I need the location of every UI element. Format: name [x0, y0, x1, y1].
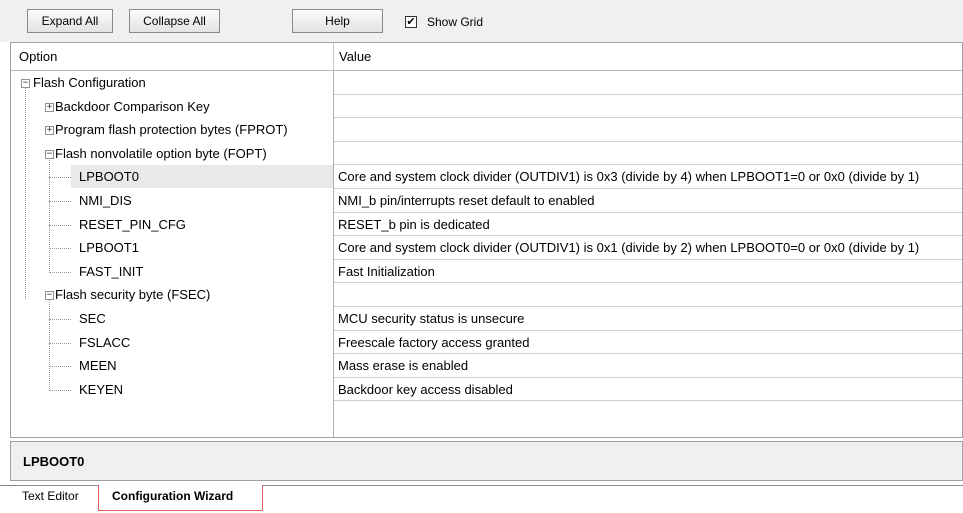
help-button[interactable]: Help [292, 9, 383, 33]
tree-option-label: LPBOOT1 [79, 240, 139, 256]
tree-option-label: LPBOOT0 [79, 169, 139, 185]
tree-option-label: Program flash protection bytes (FPROT) [55, 122, 288, 138]
tree-value-cell[interactable]: Backdoor key access disabled [334, 378, 962, 402]
tree-header: Option Value [11, 43, 962, 71]
tree-value-cell[interactable]: Core and system clock divider (OUTDIV1) … [334, 165, 962, 189]
tree-branch-line [49, 201, 71, 202]
tree-value-cell[interactable]: Core and system clock divider (OUTDIV1) … [334, 236, 962, 260]
tree-option-label: Flash nonvolatile option byte (FOPT) [55, 145, 267, 161]
toolbar: Expand All Collapse All Help ✔ Show Grid [0, 0, 963, 42]
tree-value-cell[interactable]: RESET_b pin is dedicated [334, 213, 962, 237]
tree-row[interactable]: KEYEN Backdoor key access disabled [11, 378, 962, 402]
tree-row[interactable]: LPBOOT1 Core and system clock divider (OU… [11, 236, 962, 260]
tree-option-label: RESET_PIN_CFG [79, 216, 186, 232]
collapse-toggle-icon[interactable]: − [21, 79, 30, 88]
tree-row[interactable]: + Backdoor Comparison Key [11, 95, 962, 119]
tree-option-label: Backdoor Comparison Key [55, 98, 210, 114]
tree-row[interactable]: FSLACC Freescale factory access granted [11, 331, 962, 355]
tree-row[interactable]: − Flash nonvolatile option byte (FOPT) [11, 142, 962, 166]
tree-row[interactable]: − Flash Configuration [11, 71, 962, 95]
show-grid-label: Show Grid [427, 15, 484, 29]
tree-option-label: KEYEN [79, 381, 124, 397]
tree-row[interactable]: MEEN Mass erase is enabled [11, 354, 962, 378]
collapse-toggle-icon[interactable]: − [45, 291, 54, 301]
tree-value-cell[interactable]: MCU security status is unsecure [334, 307, 962, 331]
tree-value-cell[interactable] [334, 118, 962, 142]
tree-value-cell[interactable]: Freescale factory access granted [334, 331, 962, 355]
description-title: LPBOOT0 [23, 454, 85, 469]
column-header-value[interactable]: Value [339, 49, 371, 64]
config-tree: Option Value − Flash Configuration + Backdo… [10, 42, 963, 438]
collapse-toggle-icon[interactable]: − [45, 149, 54, 159]
tree-row[interactable]: LPBOOT0 Core and system clock divider (OU… [11, 165, 962, 189]
tree-row[interactable]: RESET_PIN_CFG RESET_b pin is dedicated [11, 213, 962, 237]
tree-value-cell[interactable] [334, 283, 962, 307]
tree-option-label: SEC [79, 311, 106, 326]
collapse-all-button[interactable]: Collapse All [129, 9, 220, 33]
tree-value-cell[interactable] [334, 71, 962, 95]
show-grid-checkbox[interactable]: ✔ [405, 16, 417, 28]
tree-option-label: Flash security byte (FSEC) [55, 287, 211, 303]
description-panel: LPBOOT0 [10, 441, 963, 481]
tree-option-label: FAST_INIT [79, 263, 144, 279]
column-header-option[interactable]: Option [19, 49, 57, 64]
column-divider[interactable] [333, 71, 334, 437]
expand-toggle-icon[interactable]: + [45, 102, 54, 112]
tree-option-label: NMI_DIS [79, 193, 132, 208]
tab-bar: Text Editor Configuration Wizard [0, 483, 963, 513]
expand-all-button[interactable]: Expand All [27, 9, 113, 33]
column-separator[interactable] [333, 43, 334, 71]
tree-branch-line [49, 248, 71, 250]
tree-branch-line [49, 319, 71, 320]
tree-option-label: Flash Configuration [33, 75, 146, 90]
tree-branch-line [49, 177, 71, 179]
tab-configuration-wizard[interactable]: Configuration Wizard [112, 489, 233, 503]
tree-value-cell[interactable]: NMI_b pin/interrupts reset default to en… [334, 189, 962, 213]
tree-value-cell[interactable]: Fast Initialization [334, 260, 962, 284]
tree-branch-line [49, 224, 71, 226]
tree-row[interactable]: SEC MCU security status is unsecure [11, 307, 962, 331]
tree-branch-line [49, 271, 71, 273]
tree-option-label: FSLACC [79, 334, 131, 350]
expand-toggle-icon[interactable]: + [45, 126, 54, 136]
tree-value-cell[interactable] [334, 95, 962, 119]
tree-value-cell[interactable]: Mass erase is enabled [334, 354, 962, 378]
tree-branch-line [49, 389, 71, 391]
tree-row[interactable]: + Program flash protection bytes (FPROT) [11, 118, 962, 142]
tree-branch-line [49, 366, 71, 368]
tree-row[interactable]: FAST_INIT Fast Initialization [11, 260, 962, 284]
tree-branch-line [49, 342, 71, 344]
tree-row[interactable]: NMI_DIS NMI_b pin/interrupts reset defaul… [11, 189, 962, 213]
tab-text-editor[interactable]: Text Editor [22, 489, 79, 503]
tree-value-cell[interactable] [334, 142, 962, 166]
tree-row[interactable]: − Flash security byte (FSEC) [11, 283, 962, 307]
tree-option-label: MEEN [79, 358, 117, 374]
